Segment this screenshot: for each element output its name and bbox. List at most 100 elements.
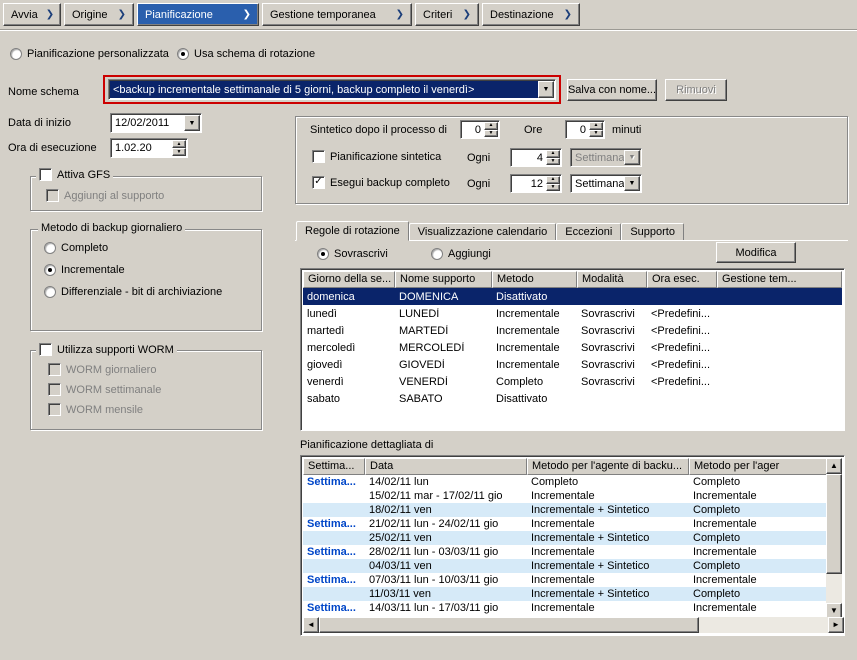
tab-regole-di-rotazione[interactable]: Regole di rotazione [296,221,409,241]
start-date-picker[interactable]: 12/02/2011 ▼ [110,113,202,133]
scroll-up-icon[interactable]: ▲ [826,458,842,474]
checkbox-icon: ✓ [312,176,325,189]
table-row[interactable]: domenica DOMENICA Disattivato [303,288,842,305]
worm-daily-checkbox[interactable]: WORM giornaliero [48,363,156,376]
column-header[interactable]: Gestione tem... [717,271,842,288]
worm-monthly-checkbox[interactable]: WORM mensile [48,403,143,416]
full-period-dropdown[interactable]: Settimana/ ▼ [570,174,642,193]
scrollbar-thumb[interactable] [826,474,842,574]
detail-row[interactable]: Settima... 21/02/11 lun - 24/02/11 gio I… [303,517,842,531]
dropdown-arrow-icon[interactable]: ▼ [624,150,640,165]
table-cell: venerdì [303,376,395,388]
wizard-tab-avvia[interactable]: Avvia ❯ [3,3,61,26]
full-every-spinner[interactable]: 12 ▲ ▼ [510,174,562,193]
table-row[interactable]: lunedì LUNEDÌ Incrementale Sovrascrivi <… [303,305,842,322]
column-header[interactable]: Modalità [577,271,647,288]
date-cell: 28/02/11 lun - 03/03/11 gio [365,546,527,558]
edit-button[interactable]: Modifica [716,242,796,263]
horizontal-scrollbar[interactable]: ◄ ► [303,617,844,633]
detail-row[interactable]: 04/03/11 ven Incrementale + Sintetico Co… [303,559,842,573]
spin-up-icon[interactable]: ▲ [546,176,560,184]
synthetic-every-spinner[interactable]: 4 ▲ ▼ [510,148,562,167]
detail-row[interactable]: Settima... 14/03/11 lun - 17/03/11 gio I… [303,601,842,615]
dropdown-arrow-icon[interactable]: ▼ [538,81,554,98]
table-row[interactable]: giovedì GIOVEDÌ Incrementale Sovrascrivi… [303,356,842,373]
column-header[interactable]: Metodo [492,271,577,288]
spin-up-icon[interactable]: ▲ [546,150,560,158]
detail-row[interactable]: 25/02/11 ven Incrementale + Sintetico Co… [303,531,842,545]
gfs-checkbox[interactable]: Attiva GFS [36,168,113,181]
column-header[interactable]: Metodo per l'agente di backu... [527,458,689,475]
scrollbar-track[interactable] [319,617,828,633]
column-header[interactable]: Giorno della se... [303,271,395,288]
full-backup-checkbox[interactable]: ✓ Esegui backup completo [312,176,450,189]
synthetic-period-dropdown[interactable]: Settimana/ ▼ [570,148,642,167]
spin-up-icon[interactable]: ▲ [589,122,603,130]
radio-completo[interactable]: Completo [44,242,108,254]
spin-down-icon[interactable]: ▼ [546,158,560,166]
table-cell: MERCOLEDÌ [395,342,492,354]
spin-down-icon[interactable]: ▼ [546,184,560,192]
date-cell: 21/02/11 lun - 24/02/11 gio [365,518,527,530]
radio-incrementale[interactable]: Incrementale [44,264,125,276]
detail-row[interactable]: 15/02/11 mar - 17/02/11 gio Incrementale… [303,489,842,503]
scroll-right-icon[interactable]: ► [828,617,844,633]
detail-row[interactable]: Settima... 14/02/11 lun Completo Complet… [303,475,842,489]
radio-icon [44,264,56,276]
spin-up-icon[interactable]: ▲ [172,140,186,148]
remove-button[interactable]: Rimuovi [665,79,727,101]
tab-visualizzazione-calendario[interactable]: Visualizzazione calendario [409,223,556,241]
scroll-left-icon[interactable]: ◄ [303,617,319,633]
worm-weekly-checkbox[interactable]: WORM settimanale [48,383,161,396]
execution-time-spinner[interactable]: 1.02.20 ▲ ▼ [110,138,188,158]
synthetic-minutes-spinner[interactable]: 0 ▲ ▼ [565,120,605,139]
column-header[interactable]: Ora esec. [647,271,717,288]
save-as-button[interactable]: Salva con nome... [567,79,657,101]
spin-down-icon[interactable]: ▼ [172,148,186,156]
date-cell: 18/02/11 ven [365,504,527,516]
detail-row[interactable]: 18/02/11 ven Incrementale + Sintetico Co… [303,503,842,517]
radio-sovrascrivi[interactable]: Sovrascrivi [317,248,388,260]
spin-down-icon[interactable]: ▼ [589,130,603,138]
tab-label: Eccezioni [565,226,612,238]
detail-row[interactable]: Settima... 07/03/11 lun - 10/03/11 gio I… [303,573,842,587]
worm-checkbox[interactable]: Utilizza supporti WORM [36,343,177,356]
vertical-scrollbar[interactable]: ▲ ▼ [826,458,842,619]
synthetic-hours-spinner[interactable]: 0 ▲ ▼ [460,120,500,139]
date-cell: 14/03/11 lun - 17/03/11 gio [365,602,527,614]
radio-aggiungi[interactable]: Aggiungi [431,248,491,260]
checkbox-icon [48,403,61,416]
gfs-append-checkbox[interactable]: Aggiungi al supporto [46,189,164,202]
detail-row[interactable]: 11/03/11 ven Incrementale + Sintetico Co… [303,587,842,601]
table-row[interactable]: mercoledì MERCOLEDÌ Incrementale Sovrasc… [303,339,842,356]
wizard-tab-pianificazione[interactable]: Pianificazione ❯ [137,3,259,26]
column-header[interactable]: Settima... [303,458,365,475]
tab-eccezioni[interactable]: Eccezioni [556,223,621,241]
radio-custom-schedule[interactable]: Pianificazione personalizzata [10,48,169,60]
scrollbar-thumb[interactable] [319,617,699,633]
scheme-name-combobox[interactable]: <backup incrementale settimanale di 5 gi… [108,79,556,100]
wizard-tab-gestione-temporanea[interactable]: Gestione temporanea ❯ [262,3,412,26]
column-header[interactable]: Metodo per l'ager [689,458,828,475]
dropdown-arrow-icon[interactable]: ▼ [184,115,200,131]
spin-down-icon[interactable]: ▼ [484,130,498,138]
wizard-tab-origine[interactable]: Origine ❯ [64,3,134,26]
synthetic-schedule-checkbox[interactable]: Pianificazione sintetica [312,150,441,163]
wizard-tab-destinazione[interactable]: Destinazione ❯ [482,3,580,26]
table-row[interactable]: martedì MARTEDÌ Incrementale Sovrascrivi… [303,322,842,339]
tab-supporto[interactable]: Supporto [621,223,684,241]
wizard-tab-criteri[interactable]: Criteri ❯ [415,3,479,26]
table-row[interactable]: sabato SABATO Disattivato [303,390,842,407]
column-header[interactable]: Nome supporto [395,271,492,288]
minutes-unit-label: minuti [612,124,641,136]
radio-label: Pianificazione personalizzata [27,48,169,60]
detail-row[interactable]: Settima... 28/02/11 lun - 03/03/11 gio I… [303,545,842,559]
radio-label: Sovrascrivi [334,248,388,260]
spin-up-icon[interactable]: ▲ [484,122,498,130]
scrollbar-track[interactable] [826,474,842,603]
radio-rotation-scheme[interactable]: Usa schema di rotazione [177,48,315,60]
dropdown-arrow-icon[interactable]: ▼ [624,176,640,191]
table-row[interactable]: venerdì VENERDÌ Completo Sovrascrivi <Pr… [303,373,842,390]
radio-differenziale[interactable]: Differenziale - bit di archiviazione [44,286,222,298]
column-header[interactable]: Data [365,458,527,475]
